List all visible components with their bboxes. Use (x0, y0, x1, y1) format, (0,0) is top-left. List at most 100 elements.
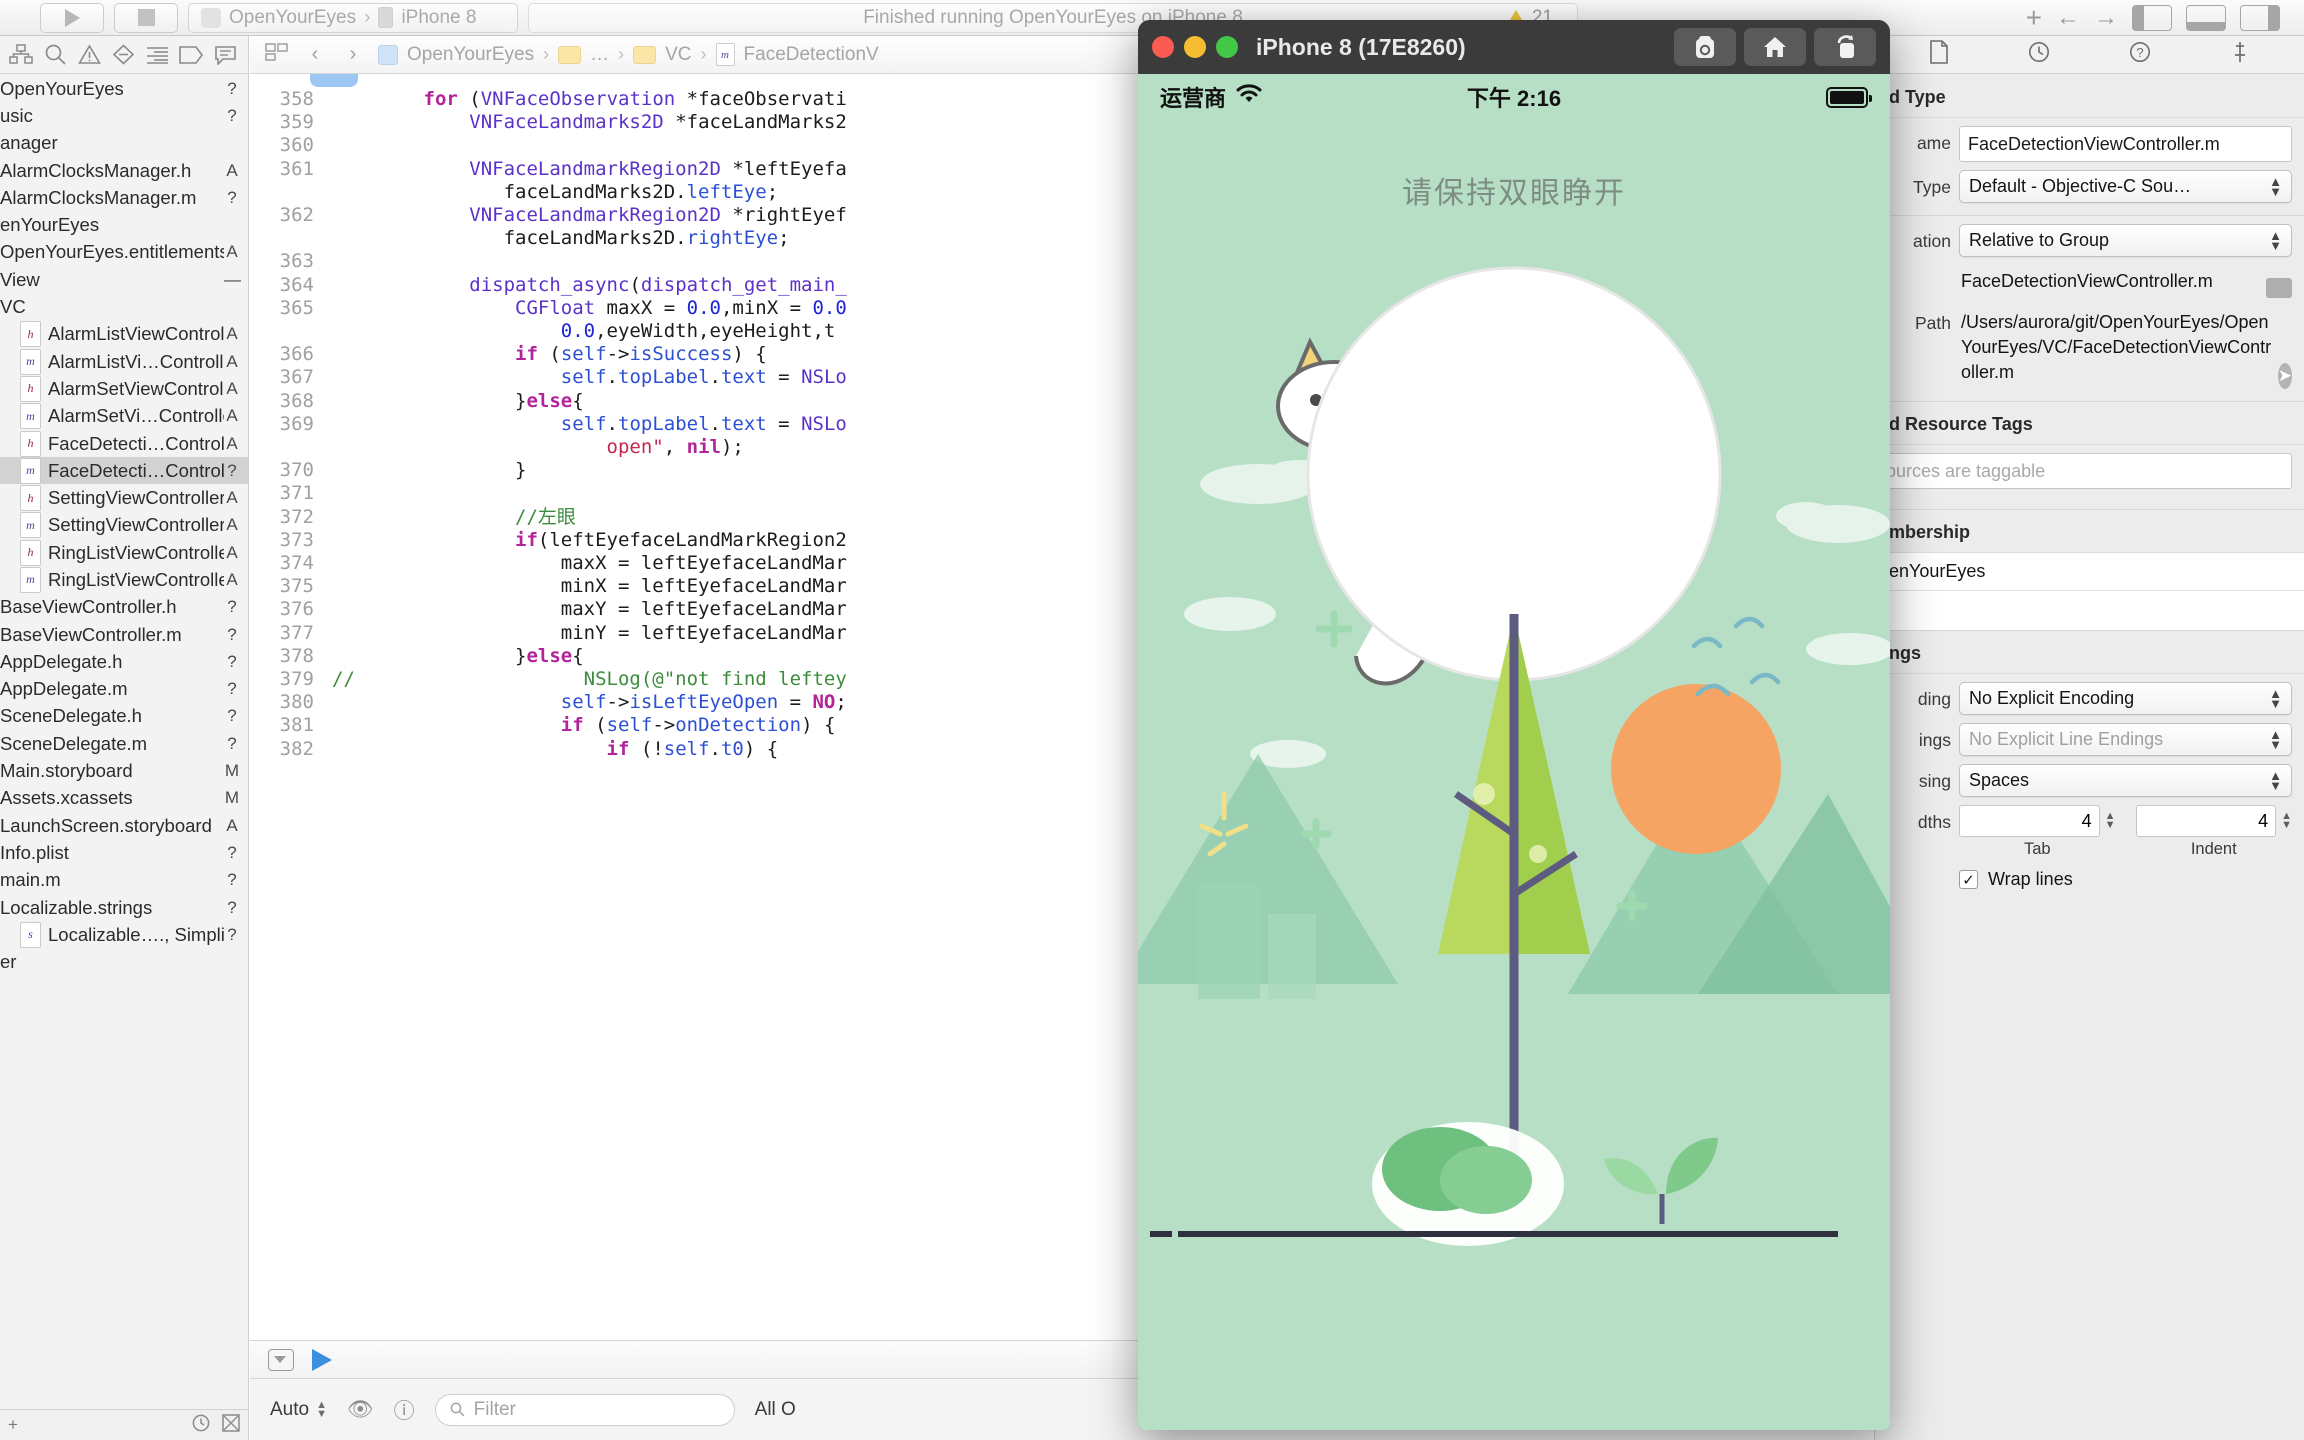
code-line[interactable]: if (self->isSuccess) { (332, 343, 767, 366)
tab-stepper[interactable]: ▲ ▼ (2105, 811, 2116, 831)
navigate-forward-icon[interactable]: › (340, 43, 366, 66)
close-icon[interactable] (1152, 36, 1174, 58)
file-inspector-icon[interactable] (1929, 39, 1949, 70)
quick-help-icon[interactable]: ? (2129, 41, 2151, 69)
code-line[interactable]: maxX = leftEyefaceLandMar (332, 552, 847, 575)
file-row[interactable]: h AlarmSetViewController.hA (0, 375, 248, 402)
target-membership-item[interactable]: enYourEyes (1875, 553, 2304, 591)
file-row[interactable]: usic? (0, 102, 248, 129)
code-line[interactable]: self->isLeftEyeOpen = NO; (332, 691, 847, 714)
breadcrumb[interactable]: OpenYourEyes › … › VC › m FaceDetectionV (378, 43, 879, 66)
indent-width-input[interactable]: 4 (2135, 805, 2277, 837)
zoom-icon[interactable] (1216, 36, 1238, 58)
add-file-button[interactable]: + (8, 1415, 18, 1435)
code-line[interactable]: VNFaceLandmarkRegion2D *rightEyef (332, 204, 847, 227)
code-line[interactable]: for (VNFaceObservation *faceObservati (332, 88, 847, 111)
history-inspector-icon[interactable] (2028, 41, 2050, 69)
toggle-console-icon[interactable] (268, 1348, 294, 1371)
home-button[interactable] (1744, 28, 1806, 66)
code-line[interactable]: self.topLabel.text = NSLo (332, 366, 847, 389)
location-popup[interactable]: Relative to Group ▲ ▼ (1959, 224, 2292, 257)
reveal-in-finder-icon[interactable]: ➤ (2277, 363, 2292, 389)
file-row[interactable]: h AlarmListViewController.hA (0, 321, 248, 348)
debug-navigator-icon[interactable] (208, 40, 242, 70)
wrap-lines-checkbox[interactable]: ✓ (1959, 870, 1978, 889)
file-row[interactable]: AlarmClocksManager.h A (0, 157, 248, 184)
issue-navigator-icon[interactable] (72, 40, 106, 70)
code-line[interactable]: VNFaceLandmarkRegion2D *leftEyefa (332, 158, 847, 181)
search-navigator-icon[interactable] (38, 40, 72, 70)
navigate-back-button[interactable]: ← (2056, 4, 2080, 32)
info-icon[interactable]: ⓘ (394, 1395, 415, 1425)
code-line[interactable]: minY = leftEyefaceLandMar (332, 622, 847, 645)
breadcrumb-ellipsis[interactable]: … (590, 44, 609, 66)
toggle-inspector-button[interactable] (2240, 4, 2280, 31)
file-row[interactable]: main.m? (0, 867, 248, 894)
stop-button[interactable] (114, 2, 178, 33)
code-line[interactable]: // NSLog(@"not find leftey (332, 668, 847, 691)
rotate-button[interactable] (1814, 28, 1876, 66)
encoding-popup[interactable]: No Explicit Encoding ▲ ▼ (1959, 682, 2292, 715)
file-row[interactable]: anager (0, 130, 248, 157)
code-line[interactable]: } (332, 459, 526, 482)
file-row[interactable]: AppDelegate.h? (0, 648, 248, 675)
file-row[interactable]: Info.plist? (0, 839, 248, 866)
file-row[interactable]: er (0, 949, 248, 976)
file-row[interactable]: BaseViewController.m? (0, 621, 248, 648)
code-line[interactable]: dispatch_async(dispatch_get_main_ (332, 274, 847, 297)
related-items-icon[interactable] (264, 42, 290, 68)
file-row[interactable]: SceneDelegate.m? (0, 730, 248, 757)
file-row[interactable]: Assets.xcassets M (0, 785, 248, 812)
navigate-back-icon[interactable]: ‹ (302, 43, 328, 66)
toggle-debug-area-button[interactable] (2186, 4, 2226, 31)
file-row[interactable]: h SettingViewController.h A (0, 484, 248, 512)
run-button[interactable] (40, 2, 104, 33)
file-row[interactable]: AppDelegate.m? (0, 676, 248, 703)
code-line[interactable]: //左眼 (332, 506, 576, 529)
file-row[interactable]: m SettingViewController.mA (0, 512, 248, 539)
file-row[interactable]: VC (0, 293, 248, 320)
scheme-selector[interactable]: OpenYourEyes › iPhone 8 (188, 2, 518, 33)
breadcrumb-file[interactable]: FaceDetectionV (744, 44, 879, 66)
code-line[interactable]: faceLandMarks2D.leftEye; (332, 181, 779, 204)
project-navigator-icon[interactable] (4, 40, 38, 70)
file-row[interactable]: m FaceDetecti…Controller.m? (0, 457, 248, 485)
code-line[interactable]: VNFaceLandmarks2D *faceLandMarks2 (332, 111, 847, 134)
toggle-navigator-button[interactable] (2132, 4, 2172, 31)
clock-icon[interactable] (192, 1414, 210, 1437)
project-file-list[interactable]: OpenYourEyes? usic? anager AlarmClocksManag… (0, 75, 248, 1409)
file-name-input[interactable]: FaceDetectionViewController.m (1959, 126, 2292, 162)
all-output-label[interactable]: All O (755, 1399, 796, 1421)
code-line[interactable]: 0.0,eyeWidth,eyeHeight,t (332, 320, 836, 343)
file-row[interactable]: LaunchScreen.storyboard A (0, 812, 248, 839)
pin-icon[interactable] (2230, 41, 2250, 69)
code-line[interactable]: if (self->onDetection) { (332, 714, 836, 737)
file-row[interactable]: BaseViewController.h? (0, 594, 248, 621)
eye-icon[interactable]: 👁 (347, 1398, 374, 1422)
code-line[interactable]: if(leftEyefaceLandMarkRegion2 (332, 529, 847, 552)
file-row[interactable]: Localizable.strings? (0, 894, 248, 921)
report-navigator-icon[interactable] (140, 40, 174, 70)
file-row[interactable]: s Localizable…., Simplified)? (0, 921, 248, 948)
indent-using-popup[interactable]: Spaces ▲ ▼ (1959, 764, 2292, 797)
file-row[interactable]: h RingListViewController.hA (0, 539, 248, 566)
breadcrumb-project[interactable]: OpenYourEyes (407, 44, 534, 66)
file-row[interactable]: h FaceDetecti…Controller.hA (0, 430, 248, 457)
minimize-icon[interactable] (1184, 36, 1206, 58)
code-line[interactable]: minX = leftEyefaceLandMar (332, 575, 847, 598)
choose-folder-button[interactable] (2266, 278, 2292, 298)
file-row[interactable]: OpenYourEyes.entitlements A (0, 239, 248, 266)
indent-stepper[interactable]: ▲ ▼ (2281, 811, 2292, 831)
file-row[interactable]: OpenYourEyes? (0, 75, 248, 102)
add-editor-button[interactable]: + (2026, 2, 2042, 34)
code-line[interactable]: CGFloat maxX = 0.0,minX = 0.0 (332, 297, 847, 320)
code-line[interactable]: maxY = leftEyefaceLandMar (332, 598, 847, 621)
breadcrumb-folder[interactable]: VC (665, 44, 691, 66)
simulator-screen[interactable]: 运营商 下午 2:16 请保持双眼睁开 (1138, 74, 1890, 1430)
ios-simulator-window[interactable]: iPhone 8 (17E8260) 运营商 下午 2:16 请保持双眼睁开 (1138, 20, 1890, 1430)
file-row[interactable]: SceneDelegate.h? (0, 703, 248, 730)
breakpoint-navigator-icon[interactable] (174, 40, 208, 70)
code-line[interactable]: self.topLabel.text = NSLo (332, 413, 847, 436)
resource-tags-input[interactable]: ources are taggable (1877, 453, 2292, 489)
source-control-icon[interactable] (222, 1413, 240, 1437)
